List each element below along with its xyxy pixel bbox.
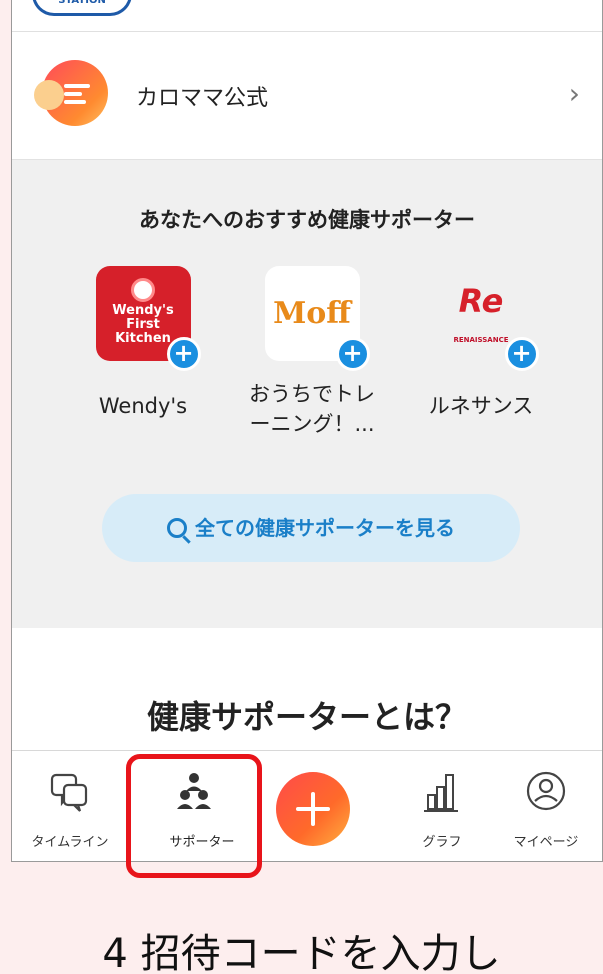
- wendys-logo: Wendy's First Kitchen +: [95, 266, 201, 371]
- supporter-name: ルネサンス: [428, 394, 534, 418]
- partner-logo[interactable]: STATION: [32, 0, 132, 16]
- add-supporter-button[interactable]: +: [335, 337, 370, 371]
- karomama-avatar-icon: [34, 60, 108, 126]
- supporter-name: おうちでトレ ーニング！...: [249, 382, 375, 436]
- supporter-wendys[interactable]: Wendy's First Kitchen + Wendy's: [68, 266, 218, 421]
- search-icon: [167, 518, 187, 538]
- official-account-row[interactable]: カロママ公式 ›: [12, 32, 602, 160]
- supporter-renaissance[interactable]: Re RENAISSANCE + ルネサンス: [406, 266, 556, 421]
- add-supporter-button[interactable]: +: [166, 337, 201, 371]
- user-circle-icon: [526, 771, 566, 811]
- tab-timeline[interactable]: タイムライン: [12, 751, 128, 861]
- moff-logo: Moff +: [264, 266, 370, 371]
- official-account-label: カロママ公式: [136, 86, 269, 111]
- renaissance-logo: Re RENAISSANCE +: [434, 266, 539, 371]
- section-heading: 健康サポーターとは？: [146, 698, 467, 736]
- tab-mypage[interactable]: マイページ: [488, 751, 602, 861]
- bar-chart-icon: [424, 774, 458, 812]
- chevron-right-icon: ›: [568, 77, 580, 110]
- recommend-title: あなたへのおすすめ健康サポーター: [139, 208, 475, 232]
- wendy-face-icon: [131, 278, 155, 302]
- tab-graph[interactable]: グラフ: [384, 751, 500, 861]
- add-post-button[interactable]: [276, 772, 350, 846]
- phone-screen: STATION カロママ公式 › あなたへのおすすめ健康サポーター Wendy'…: [11, 0, 603, 862]
- tab-label: グラフ: [422, 835, 462, 850]
- highlight-box: [126, 754, 262, 878]
- instruction-caption: 4 招待コードを入力し: [102, 931, 501, 974]
- view-all-supporters-button[interactable]: 全ての健康サポーターを見る: [102, 494, 520, 562]
- supporter-moff[interactable]: Moff + おうちでトレ ーニング！...: [237, 266, 387, 439]
- tab-label: マイページ: [513, 835, 579, 850]
- add-supporter-button[interactable]: +: [504, 337, 539, 371]
- tab-label: タイムライン: [31, 835, 109, 850]
- partner-banner-strip: STATION: [12, 0, 602, 32]
- chat-bubbles-icon: [50, 773, 88, 812]
- supporter-name: Wendy's: [98, 394, 188, 418]
